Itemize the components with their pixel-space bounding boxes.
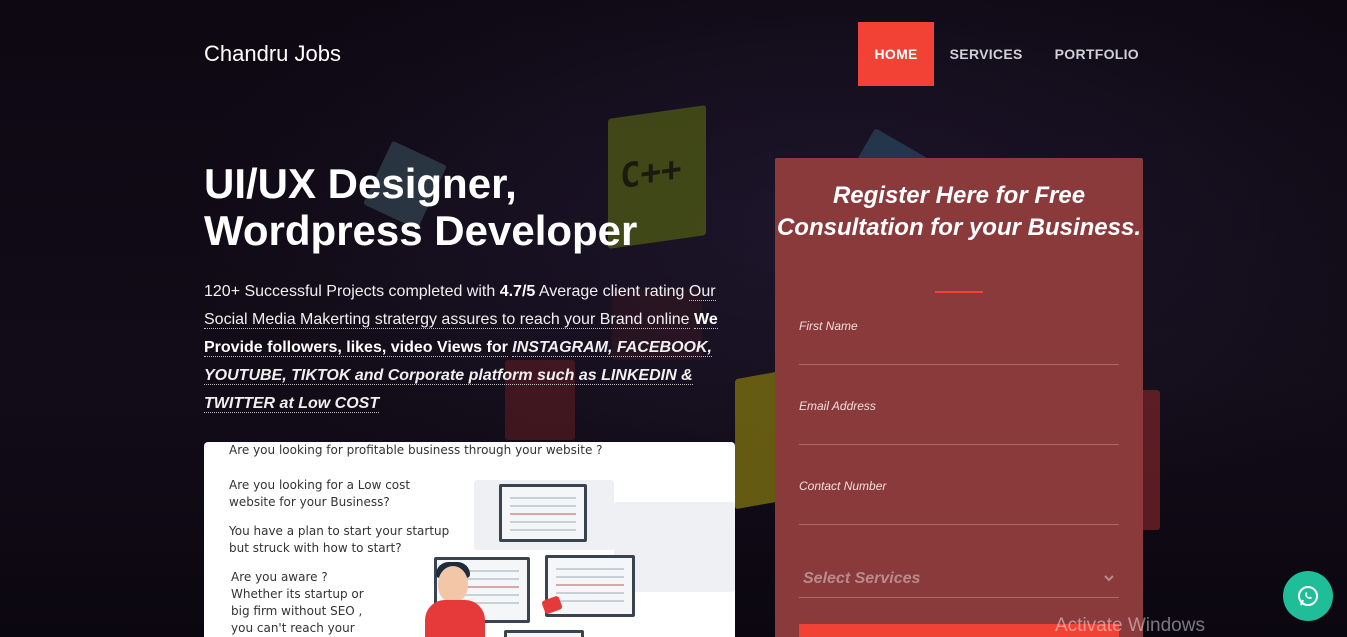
main-nav: HOME SERVICES PORTFOLIO xyxy=(858,22,1155,86)
contact-number-input[interactable] xyxy=(799,504,1119,520)
hero-title-line2: Wordpress Developer xyxy=(204,207,638,254)
services-select[interactable]: Select Services xyxy=(799,562,1119,598)
hero-title: UI/UX Designer, Wordpress Developer xyxy=(204,160,724,254)
whatsapp-button[interactable] xyxy=(1283,571,1333,621)
first-name-input[interactable] xyxy=(799,344,1119,360)
rating-value: 4.7/5 xyxy=(499,283,536,300)
person-illustration xyxy=(438,566,468,602)
consultation-form: Register Here for Free Consultation for … xyxy=(775,158,1143,637)
contact-number-field[interactable]: Contact Number xyxy=(799,479,1119,525)
whatsapp-icon xyxy=(1298,586,1318,606)
form-title: Register Here for Free Consultation for … xyxy=(775,180,1143,244)
promo-question-2: Are you looking for a Low cost website f… xyxy=(229,478,411,509)
brand-logo[interactable]: Chandru Jobs xyxy=(204,41,341,67)
email-field[interactable]: Email Address xyxy=(799,399,1119,445)
nav-portfolio[interactable]: PORTFOLIO xyxy=(1039,22,1155,86)
form-divider xyxy=(935,291,983,293)
promo-question-4: Are you aware ? Whether its startup or b… xyxy=(231,570,364,635)
promo-question-1: Are you looking for profitable business … xyxy=(229,443,603,457)
first-name-field[interactable]: First Name xyxy=(799,319,1119,365)
contact-number-label: Contact Number xyxy=(799,479,887,493)
monitor-graphic xyxy=(499,484,587,542)
person-illustration xyxy=(425,600,485,637)
form-title-pre: Register Here for xyxy=(832,182,1035,209)
activate-windows-watermark: Activate Windows xyxy=(1055,615,1205,636)
chevron-down-icon xyxy=(1104,575,1114,582)
desc-projects: 120+ Successful Projects completed with xyxy=(204,283,500,300)
form-title-post: for your Business. xyxy=(923,214,1142,241)
promo-question-3: You have a plan to start your startup bu… xyxy=(229,524,450,555)
hero-title-line1: UI/UX Designer, xyxy=(204,160,517,207)
services-select-value: Select Services xyxy=(803,570,921,587)
first-name-label: First Name xyxy=(799,319,858,333)
email-label: Email Address xyxy=(799,399,876,413)
email-input[interactable] xyxy=(799,424,1119,440)
nav-services[interactable]: SERVICES xyxy=(934,22,1039,86)
monitor-graphic xyxy=(504,630,584,637)
hero-description: 120+ Successful Projects completed with … xyxy=(204,278,724,418)
desc-rating-text: Average client rating xyxy=(535,283,689,300)
nav-home[interactable]: HOME xyxy=(858,22,934,86)
